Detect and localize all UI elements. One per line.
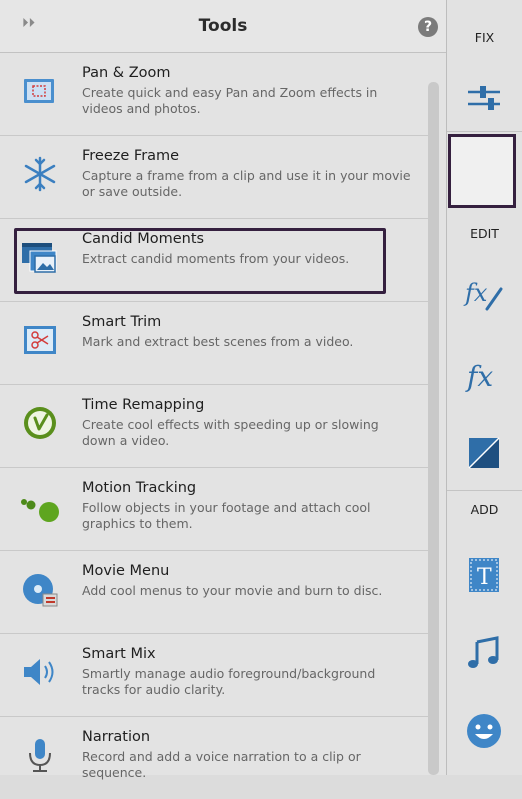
- time-remapping-icon: [18, 401, 62, 445]
- tool-item-freeze-frame[interactable]: Freeze Frame Capture a frame from a clip…: [0, 136, 428, 219]
- tool-item-time-remapping[interactable]: Time Remapping Create cool effects with …: [0, 385, 428, 468]
- scrollbar[interactable]: [428, 82, 439, 775]
- music-icon[interactable]: [461, 630, 507, 676]
- graphics-smiley-icon[interactable]: [461, 708, 507, 754]
- help-icon[interactable]: ?: [418, 17, 438, 37]
- candid-moments-icon: [18, 235, 62, 279]
- motion-tracking-icon: [18, 484, 62, 528]
- freeze-frame-icon: [18, 152, 62, 196]
- svg-text:T: T: [477, 565, 492, 590]
- title-text-icon[interactable]: T: [461, 552, 507, 598]
- tool-description: Create cool effects with speeding up or …: [82, 417, 379, 448]
- tool-description: Add cool menus to your movie and burn to…: [82, 583, 383, 598]
- tools-panel: ⏵⏵ Tools ? Pan & Zoom Create quick and e…: [0, 0, 447, 780]
- tool-item-movie-menu[interactable]: Movie Menu Add cool menus to your movie …: [0, 551, 428, 634]
- smart-mix-icon: [18, 650, 62, 694]
- tool-description: Mark and extract best scenes from a vide…: [82, 334, 354, 349]
- tool-item-candid-moments[interactable]: Candid Moments Extract candid moments fr…: [0, 219, 428, 302]
- narration-icon: [18, 733, 62, 777]
- pan-zoom-icon: [18, 69, 62, 113]
- tool-description: Smartly manage audio foreground/backgrou…: [82, 666, 376, 697]
- panel-header: ⏵⏵ Tools ?: [0, 0, 446, 53]
- transitions-icon[interactable]: [461, 430, 507, 476]
- tool-name: Freeze Frame: [82, 148, 180, 164]
- tool-name: Candid Moments: [82, 231, 205, 247]
- tool-description: Create quick and easy Pan and Zoom effec…: [82, 85, 378, 116]
- tool-item-smart-mix[interactable]: Smart Mix Smartly manage audio foregroun…: [0, 634, 428, 717]
- tool-item-narration[interactable]: Narration Record and add a voice narrati…: [0, 717, 428, 799]
- tool-description: Follow objects in your footage and attac…: [82, 500, 371, 531]
- tools-button-selected-frame: [448, 134, 516, 208]
- tool-name: Time Remapping: [82, 397, 205, 413]
- tool-description: Extract candid moments from your videos.: [82, 251, 350, 266]
- svg-text:fx: fx: [463, 279, 488, 307]
- add-section-label: ADD: [470, 502, 499, 517]
- fx-edit-icon[interactable]: fx: [461, 271, 507, 317]
- tool-description: Capture a frame from a clip and use it i…: [82, 168, 411, 199]
- tool-name: Movie Menu: [82, 563, 170, 579]
- tool-description: Record and add a voice narration to a cl…: [82, 749, 361, 780]
- tool-name: Smart Trim: [82, 314, 162, 330]
- smart-trim-icon: [18, 318, 62, 362]
- tool-name: Narration: [82, 729, 151, 745]
- fix-section-label: FIX: [474, 30, 495, 45]
- tool-name: Motion Tracking: [82, 480, 197, 496]
- divider: [447, 131, 522, 132]
- adjust-sliders-icon[interactable]: [461, 75, 507, 121]
- tool-name: Smart Mix: [82, 646, 156, 662]
- divider: [447, 490, 522, 491]
- movie-menu-icon: [18, 567, 62, 611]
- svg-text:fx: fx: [465, 360, 493, 393]
- panel-title: Tools: [198, 16, 248, 36]
- tool-name: Pan & Zoom: [82, 65, 171, 81]
- tool-item-motion-tracking[interactable]: Motion Tracking Follow objects in your f…: [0, 468, 428, 551]
- tool-item-smart-trim[interactable]: Smart Trim Mark and extract best scenes …: [0, 302, 428, 385]
- tool-item-pan-zoom[interactable]: Pan & Zoom Create quick and easy Pan and…: [0, 53, 428, 136]
- action-bar: FIX EDIT fx fx ADD T: [447, 0, 522, 775]
- edit-section-label: EDIT: [470, 226, 499, 241]
- fx-icon[interactable]: fx: [461, 352, 507, 398]
